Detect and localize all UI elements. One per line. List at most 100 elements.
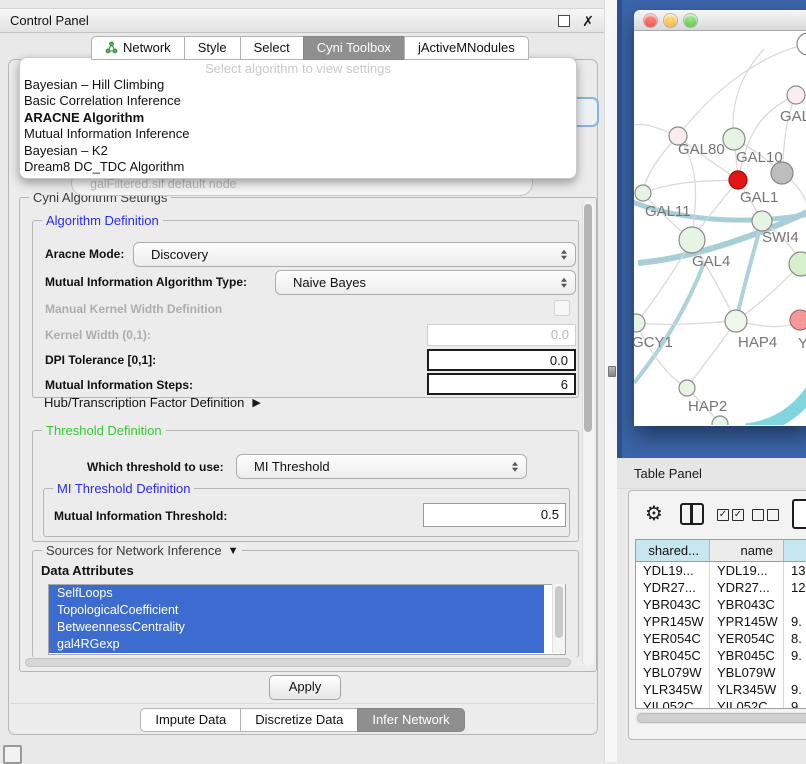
attribute-item-gal4rgexp[interactable]: gal4RGexp [49,636,544,653]
network-node[interactable] [634,314,645,332]
column-header-shared[interactable]: shared... [636,540,710,561]
sources-group-title[interactable]: Sources for Network Inference ▼ [42,543,242,558]
table-row[interactable]: YIL052CYIL052C9. [636,698,806,708]
column-header-name[interactable]: name [710,540,784,561]
checked-checkbox-icon[interactable]: ✓ [717,509,729,521]
close-icon[interactable]: ✗ [582,16,594,26]
network-node[interactable] [723,128,745,150]
tab-network[interactable]: Network [91,36,185,60]
mi-steps-field[interactable]: 6 [427,373,576,395]
tab-style[interactable]: Style [184,36,241,60]
network-node[interactable] [797,33,806,55]
expanded-arrow-icon[interactable]: ▼ [228,545,239,557]
algorithm-option-basic-correlation-inference[interactable]: Basic Correlation Inference [20,93,576,109]
float-window-icon[interactable] [558,15,570,27]
gear-icon[interactable]: ⚙ [645,501,663,525]
network-node-label: GAL10 [736,149,783,166]
table-row[interactable]: YBR045CYBR045C9. [636,647,806,664]
table-row[interactable]: YBL079WYBL079W [636,664,806,681]
algorithm-option-dream8-dc-tdc-algorithm[interactable]: Dream8 DC_TDC Algorithm [20,159,576,175]
which-threshold-value: MI Threshold [254,459,330,474]
network-node[interactable] [679,380,695,396]
collapsed-arrow-icon[interactable]: ▶ [252,396,260,409]
settings-horizontal-scrollbar[interactable] [23,657,581,668]
table-rows: YDL19...YDL19...13YDR27...YDR27...12YBR0… [636,562,806,708]
mi-type-combo[interactable]: Naive Bayes [275,270,576,295]
minimize-traffic-light-icon[interactable] [664,14,677,27]
network-node[interactable] [679,227,705,253]
network-node[interactable] [729,171,747,189]
network-node-label: GAL1 [740,189,778,206]
cyni-algorithm-settings-group: Cyni Algorithm Settings Algorithm Defini… [19,197,597,672]
table-row[interactable]: YDL19...YDL19...13 [636,562,806,579]
attribute-item-topologicalcoefficient[interactable]: TopologicalCoefficient [49,602,544,619]
attribute-item-selfloops[interactable]: SelfLoops [49,585,544,602]
tab-cyni-toolbox[interactable]: Cyni Toolbox [303,36,405,60]
network-node-label: GAL80 [678,141,725,158]
network-icon [105,41,118,54]
tab-label: Cyni Toolbox [317,40,391,55]
table-cell: YPR145W [636,613,710,630]
algorithm-option-mutual-information-inference[interactable]: Mutual Information Inference [20,126,576,142]
table-cell: YER054C [636,630,710,647]
table-panel-area: Table Panel ⚙ ✓ ✓ shared...name YDL19...… [617,458,806,762]
tab-impute-data[interactable]: Impute Data [140,708,241,732]
tab-infer-network[interactable]: Infer Network [357,708,464,732]
column-header-2[interactable] [784,540,806,561]
table-panel: ⚙ ✓ ✓ shared...name YDL19...YDL19...13YD… [628,490,806,740]
scrollbar-thumb[interactable] [555,586,563,638]
aracne-mode-combo[interactable]: Discovery [133,242,576,267]
algorithm-option-bayesian-k2[interactable]: Bayesian – K2 [20,143,576,159]
network-node[interactable] [635,185,651,201]
table-row[interactable]: YDR27...YDR27...12 [636,579,806,596]
dpi-tolerance-label: DPI Tolerance [0,1]: [45,353,156,367]
table-row[interactable]: YBR043CYBR043C [636,596,806,613]
table-cell [784,664,806,681]
network-node[interactable] [752,211,772,231]
algorithm-option-aracne-algorithm[interactable]: ARACNE Algorithm [20,110,576,126]
tab-jactivemnodules[interactable]: jActiveMNodules [404,36,529,60]
network-node[interactable] [787,86,805,104]
table-row[interactable]: YLR345WYLR345W9. [636,681,806,698]
minimized-panel-icon[interactable] [3,745,22,764]
panel-icon[interactable] [792,499,806,529]
network-window-titlebar [634,10,806,31]
table-row[interactable]: YER054CYER054C8. [636,630,806,647]
split-view-icon[interactable] [680,503,704,525]
zoom-traffic-light-icon[interactable] [684,14,697,27]
settings-vertical-scrollbar[interactable] [582,201,594,666]
unchecked-checkbox-icon[interactable] [767,509,779,521]
tab-discretize-data[interactable]: Discretize Data [240,708,358,732]
application-window: Control Panel ✗ NetworkStyleSelectCyni T… [0,0,806,762]
dpi-tolerance-field[interactable]: 0.0 [427,349,576,371]
apply-button[interactable]: Apply [269,675,341,700]
hub-definition-expander[interactable]: Hub/Transcription Factor Definition ▶ [44,395,261,410]
table-cell: YBL079W [710,664,784,681]
network-node-label: GCY1 [634,334,673,351]
network-node[interactable] [790,310,806,330]
manual-kernel-checkbox[interactable] [554,300,570,316]
mi-threshold-field[interactable]: 0.5 [423,503,566,527]
algorithm-dropdown-list: Bayesian – Hill ClimbingBasic Correlatio… [20,77,576,175]
attribute-item-betweennesscentrality[interactable]: BetweennessCentrality [49,619,544,636]
network-node[interactable] [789,252,806,276]
unchecked-checkbox-icon[interactable] [752,509,764,521]
which-threshold-combo[interactable]: MI Threshold [236,454,527,479]
kernel-width-field[interactable]: 0.0 [427,324,576,346]
network-node[interactable] [725,310,747,332]
close-traffic-light-icon[interactable] [644,14,657,27]
data-attributes-list[interactable]: SelfLoopsTopologicalCoefficientBetweenne… [48,584,566,655]
divider-grip-icon[interactable] [608,366,616,377]
algorithm-option-bayesian-hill-climbing[interactable]: Bayesian – Hill Climbing [20,77,576,93]
table-cell: YBR045C [710,647,784,664]
split-pane-divider[interactable] [604,0,618,762]
table-horizontal-scrollbar[interactable] [635,712,806,724]
scrollbar-thumb[interactable] [637,713,806,723]
table-row[interactable]: YPR145WYPR145W9. [636,613,806,630]
scrollbar-thumb[interactable] [584,204,592,432]
tab-select[interactable]: Select [240,36,304,60]
scrollbar-thumb[interactable] [25,658,571,667]
checked-checkbox-icon[interactable]: ✓ [732,509,744,521]
attributes-list-scrollbar[interactable] [552,584,565,653]
network-canvas[interactable]: GALGAL80GAL10GAL1GAL11SWI4GAL4GCY1HAP4YH… [634,31,806,425]
